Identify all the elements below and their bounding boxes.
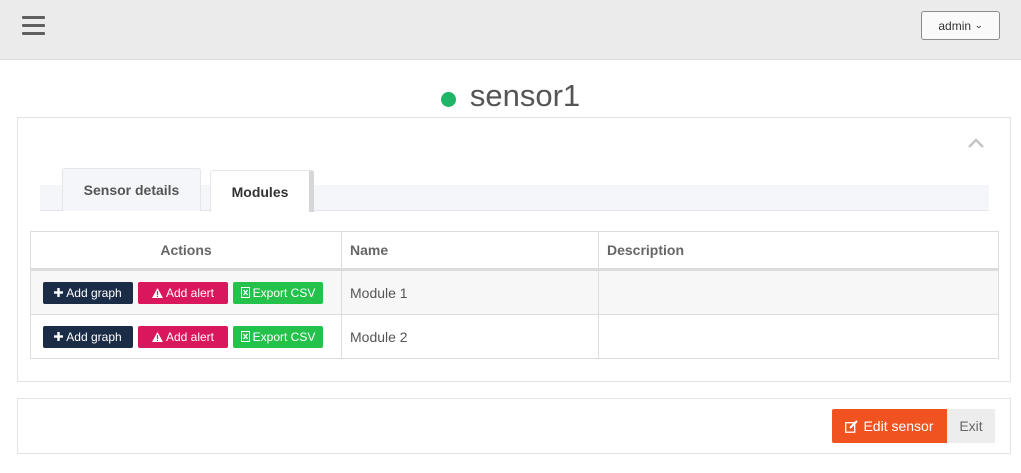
- file-excel-icon: [240, 331, 250, 342]
- add-alert-button[interactable]: Add alert: [138, 281, 228, 304]
- column-header-actions: Actions: [30, 231, 342, 271]
- export-csv-button[interactable]: Export CSV: [233, 325, 323, 348]
- column-header-description: Description: [598, 231, 999, 271]
- column-header-name: Name: [341, 231, 599, 271]
- module-name-cell: Module 1: [341, 269, 599, 315]
- module-name-cell: Module 2: [341, 314, 599, 359]
- actions-cell: Add graph Add alert Export CSV: [30, 269, 342, 315]
- footer-actions-panel: Edit sensor Exit: [17, 398, 1011, 454]
- add-alert-label: Add alert: [165, 285, 215, 300]
- hamburger-menu-icon[interactable]: [22, 16, 45, 36]
- top-navbar: admin ⌄: [0, 0, 1021, 60]
- warning-icon: [151, 331, 163, 342]
- tab-label: Modules: [231, 183, 289, 200]
- table-row: Add graph Add alert Export CSV Module 1: [30, 269, 999, 315]
- add-alert-button[interactable]: Add alert: [138, 325, 228, 348]
- sensor-panel: Sensor details Modules Actions Name Desc…: [17, 117, 1011, 382]
- table-row: Add graph Add alert Export CSV Module 2: [30, 314, 999, 359]
- plus-icon: [54, 288, 64, 297]
- plus-icon: [54, 332, 64, 341]
- exit-label: Exit: [959, 418, 983, 434]
- add-graph-button[interactable]: Add graph: [43, 325, 133, 348]
- chevron-up-icon[interactable]: [966, 136, 986, 150]
- chevron-down-icon: ⌄: [974, 20, 984, 30]
- table-header-row: Actions Name Description: [30, 231, 999, 271]
- module-description-cell: [598, 269, 999, 315]
- module-description-cell: [598, 314, 999, 359]
- file-excel-icon: [240, 287, 250, 298]
- modules-table: Actions Name Description Add graph Add a…: [30, 231, 999, 359]
- add-graph-label: Add graph: [66, 285, 122, 300]
- actions-cell: Add graph Add alert Export CSV: [30, 314, 342, 359]
- edit-sensor-label: Edit sensor: [863, 418, 934, 434]
- export-csv-button[interactable]: Export CSV: [233, 281, 323, 304]
- exit-button[interactable]: Exit: [947, 409, 995, 443]
- warning-icon: [151, 287, 163, 298]
- add-graph-label: Add graph: [66, 329, 122, 344]
- user-menu-label: admin: [938, 18, 972, 33]
- export-csv-label: Export CSV: [252, 329, 316, 344]
- page-title: sensor1: [469, 78, 581, 113]
- page-header: sensor1: [0, 76, 1021, 116]
- edit-sensor-button[interactable]: Edit sensor: [832, 409, 947, 443]
- user-menu-button[interactable]: admin ⌄: [921, 11, 1000, 40]
- add-alert-label: Add alert: [165, 329, 215, 344]
- edit-icon: [845, 419, 859, 433]
- tab-label: Sensor details: [83, 182, 180, 198]
- tab-sensor-details[interactable]: Sensor details: [62, 168, 201, 211]
- status-dot-icon: [440, 91, 456, 107]
- tab-modules[interactable]: Modules: [210, 170, 314, 212]
- export-csv-label: Export CSV: [252, 285, 316, 300]
- add-graph-button[interactable]: Add graph: [43, 281, 133, 304]
